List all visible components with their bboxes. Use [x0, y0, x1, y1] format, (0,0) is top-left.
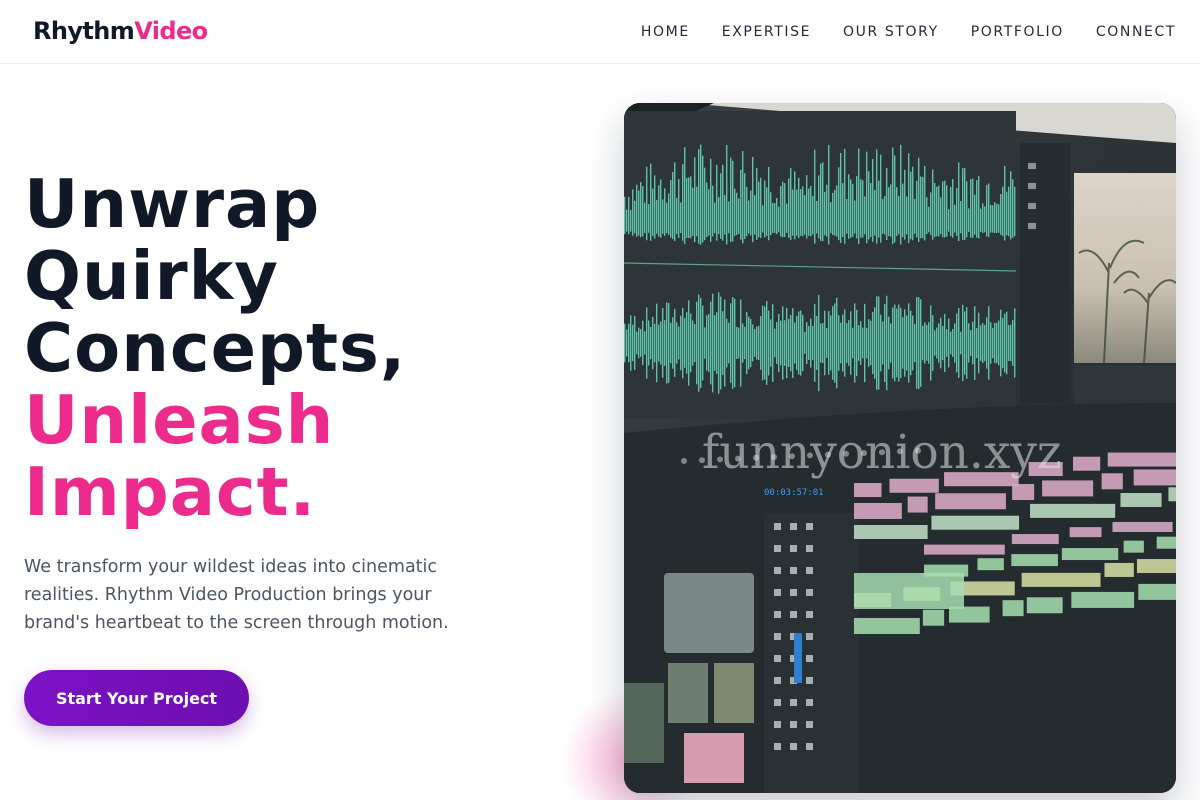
hero-subtext: We transform your wildest ideas into cin… — [24, 557, 449, 633]
headline-line-1: Unwrap — [24, 165, 321, 243]
brand-name-part2: Video — [134, 17, 208, 45]
nav-home[interactable]: HOME — [641, 22, 690, 42]
nav-portfolio[interactable]: PORTFOLIO — [971, 22, 1064, 42]
hero-image: 00:03:57:01 funnyonion.xyz — [624, 103, 1176, 793]
site-header: RhythmVideo HOME EXPERTISE OUR STORY POR… — [0, 0, 1200, 64]
brand-logo[interactable]: RhythmVideo — [33, 16, 208, 46]
main-nav: HOME EXPERTISE OUR STORY PORTFOLIO CONNE… — [641, 22, 1176, 42]
nav-expertise[interactable]: EXPERTISE — [722, 22, 811, 42]
timecode-readout: 00:03:57:01 — [764, 488, 824, 498]
nav-connect[interactable]: CONNECT — [1096, 22, 1176, 42]
headline-line-5: Impact. — [24, 453, 317, 531]
headline-line-3: Concepts, — [24, 309, 407, 387]
headline-line-2: Quirky — [24, 237, 279, 315]
headline-line-4: Unleash — [24, 381, 335, 459]
brand-name-part1: Rhythm — [33, 17, 135, 45]
watermark-text: funnyonion.xyz — [702, 425, 1062, 480]
start-project-button[interactable]: Start Your Project — [24, 670, 249, 726]
nav-our-story[interactable]: OUR STORY — [843, 22, 939, 42]
hero-headline: Unwrap Quirky Concepts, Unleash Impact. — [24, 168, 584, 528]
